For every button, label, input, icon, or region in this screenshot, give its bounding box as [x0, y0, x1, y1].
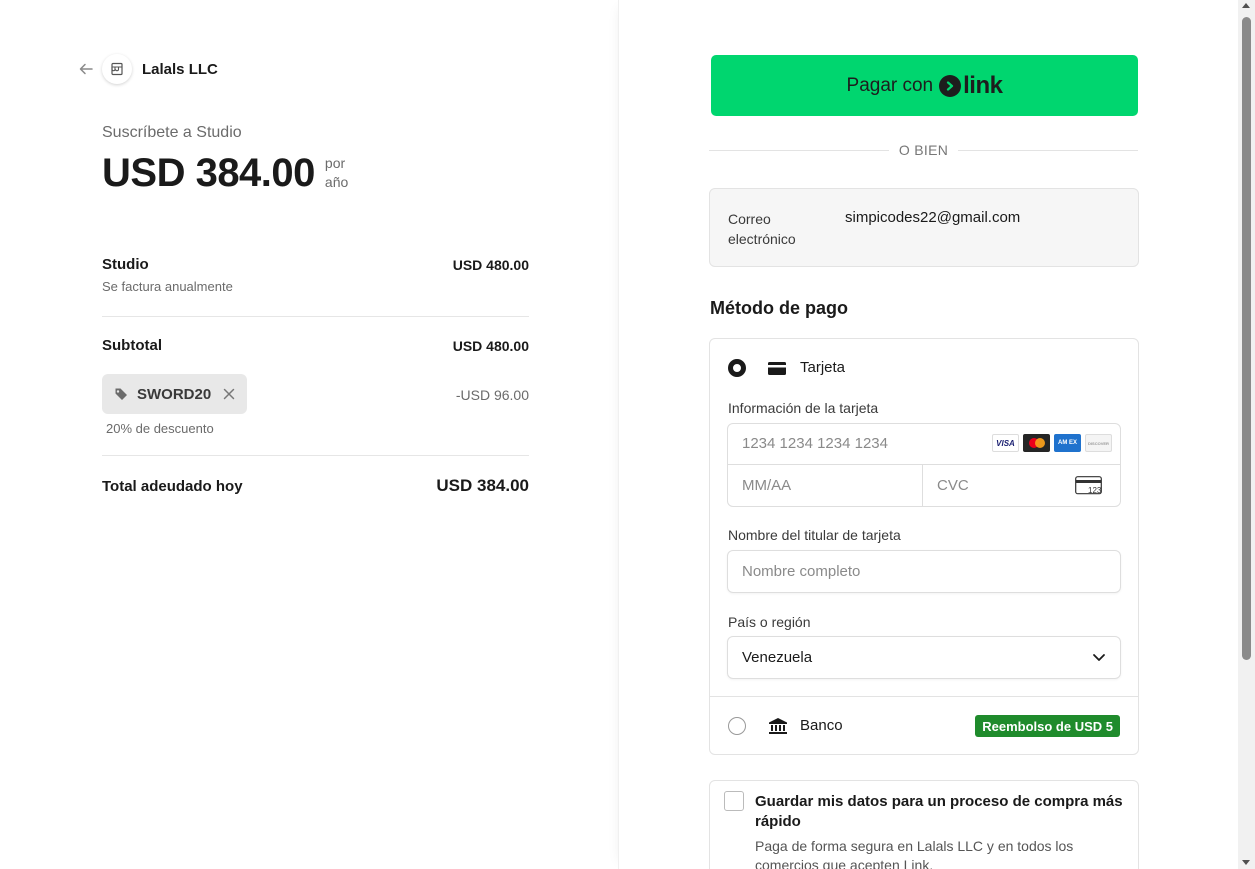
link-logo: link: [939, 71, 1003, 100]
card-info-label: Información de la tarjeta: [728, 400, 879, 416]
subscribe-label: Suscríbete a Studio: [102, 124, 242, 141]
cvc-input[interactable]: CVC 123: [923, 465, 1120, 507]
card-number-placeholder: 1234 1234 1234 1234: [742, 435, 888, 452]
line-item-subtitle: Se factura anualmente: [102, 279, 233, 294]
discount-note: 20% de descuento: [106, 421, 214, 436]
discount-amount: -USD 96.00: [455, 387, 529, 403]
card-number-input[interactable]: 1234 1234 1234 1234 VISA AM EX DISCOVER: [728, 424, 1120, 465]
line-item-amount: USD 480.00: [452, 257, 529, 273]
bank-option-label[interactable]: Banco: [800, 717, 843, 734]
or-divider: O BIEN: [709, 142, 1139, 158]
payment-method-title: Método de pago: [710, 298, 848, 318]
credit-card-icon: [768, 362, 786, 375]
merchant-name: Lalals LLC: [142, 60, 218, 78]
back-arrow-icon[interactable]: [78, 61, 94, 77]
save-info-title[interactable]: Guardar mis datos para un proceso de com…: [755, 792, 1130, 832]
divider: [710, 696, 1138, 697]
or-text: O BIEN: [898, 142, 949, 158]
save-info-checkbox[interactable]: [724, 791, 744, 811]
country-value: Venezuela: [742, 649, 813, 666]
save-info-description: Paga de forma segura en Lalals LLC y en …: [755, 838, 1074, 869]
price-display: USD 384.00 por año: [102, 150, 348, 196]
store-icon: [102, 54, 132, 84]
expiry-placeholder: MM/AA: [742, 477, 792, 494]
remove-coupon-icon[interactable]: [223, 385, 235, 403]
card-info-group: 1234 1234 1234 1234 VISA AM EX DISCOVER …: [727, 423, 1121, 507]
merchant-header: Lalals LLC: [78, 54, 218, 84]
price-amount: USD 384.00: [102, 151, 315, 195]
payment-method-box: Tarjeta Información de la tarjeta 1234 1…: [709, 338, 1139, 755]
discover-icon: DISCOVER: [1085, 434, 1112, 452]
country-select[interactable]: Venezuela: [727, 636, 1121, 679]
or-line-right: [958, 149, 1139, 151]
divider: [102, 316, 529, 317]
price-period-line2: año: [324, 174, 349, 190]
payment-panel: Pagar con link O BIEN Correo electrónico…: [618, 0, 1238, 869]
link-button-label: Pagar con: [846, 74, 934, 96]
chevron-down-icon: [1092, 650, 1106, 664]
email-display[interactable]: Correo electrónico simpicodes22@gmail.co…: [709, 188, 1139, 267]
cardholder-placeholder: Nombre completo: [742, 563, 861, 580]
coupon-chip: SWORD20: [102, 374, 248, 414]
subtotal-amount: USD 480.00: [452, 338, 529, 354]
coupon-code: SWORD20: [137, 385, 212, 403]
mastercard-icon: [1023, 434, 1050, 452]
card-option-label[interactable]: Tarjeta: [800, 359, 845, 376]
total-amount: USD 384.00: [436, 476, 529, 495]
pay-with-link-button[interactable]: Pagar con link: [711, 55, 1138, 116]
tag-icon: [114, 387, 128, 401]
cvc-icon-text: 123: [1088, 486, 1102, 495]
scroll-down-arrow-icon[interactable]: [1242, 860, 1250, 865]
price-period-line1: por: [324, 155, 346, 171]
line-item-studio: Studio Se factura anualmente USD 480.00: [102, 256, 529, 294]
expiry-input[interactable]: MM/AA: [728, 465, 923, 507]
line-item-subtotal: Subtotal USD 480.00: [102, 337, 529, 354]
email-label: Correo electrónico: [728, 211, 796, 247]
scroll-thumb[interactable]: [1242, 17, 1251, 660]
email-value: simpicodes22@gmail.com: [845, 209, 1021, 226]
bank-icon: [768, 717, 788, 735]
total-label: Total adeudado hoy: [102, 478, 243, 495]
country-label: País o región: [728, 614, 811, 630]
price-period: por año: [325, 154, 348, 192]
amex-icon: AM EX: [1054, 434, 1081, 452]
save-info-box: Guardar mis datos para un proceso de com…: [709, 780, 1139, 869]
divider: [102, 455, 529, 456]
link-arrow-icon: [939, 74, 962, 97]
cardholder-label: Nombre del titular de tarjeta: [728, 527, 901, 543]
or-line-left: [709, 149, 889, 151]
card-radio[interactable]: [728, 359, 746, 377]
bank-radio[interactable]: [728, 717, 746, 735]
rebate-badge: Reembolso de USD 5: [975, 715, 1120, 737]
cvc-placeholder: CVC: [937, 477, 969, 494]
page-scrollbar[interactable]: [1238, 0, 1255, 869]
cvc-card-icon: 123: [1075, 476, 1102, 496]
cardholder-name-input[interactable]: Nombre completo: [727, 550, 1121, 593]
order-summary-panel: Lalals LLC Suscríbete a Studio USD 384.0…: [0, 0, 618, 869]
link-logo-word: link: [963, 71, 1003, 99]
card-brand-logos: VISA AM EX DISCOVER: [992, 434, 1112, 452]
scroll-up-arrow-icon[interactable]: [1242, 3, 1250, 8]
visa-icon: VISA: [992, 434, 1019, 452]
